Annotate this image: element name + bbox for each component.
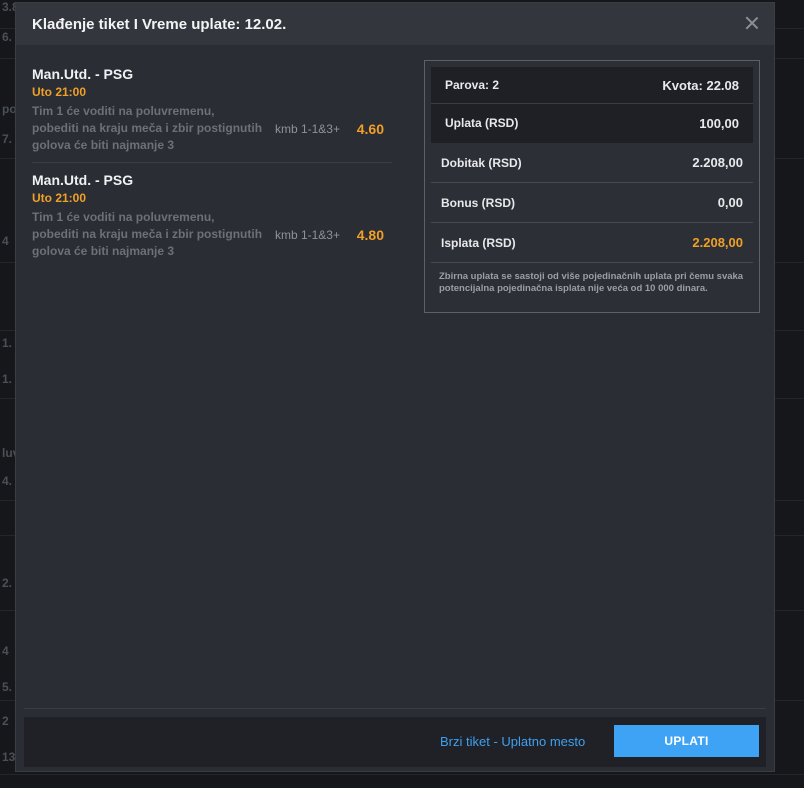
bonus-value: 0,00 <box>717 195 743 210</box>
bg-fragment: 6. <box>2 30 13 44</box>
bet-list: Man.Utd. - PSG Uto 21:00 Tim 1 će voditi… <box>32 65 392 268</box>
bet-odd: 4.60 <box>356 120 384 137</box>
summary-header: Parova: 2 Kvota: 22.08 Uplata (RSD) 100,… <box>431 67 753 143</box>
win-label: Dobitak (RSD) <box>441 155 522 170</box>
footer-divider <box>24 708 766 709</box>
summary-bonus-row: Bonus (RSD) 0,00 <box>431 183 753 223</box>
stake-value: 100,00 <box>699 115 739 131</box>
summary-stake-row: Uplata (RSD) 100,00 <box>431 104 753 142</box>
bet-time: Uto 21:00 <box>32 85 87 99</box>
bet-item: Man.Utd. - PSG Uto 21:00 Tim 1 će voditi… <box>32 162 392 268</box>
bg-fragment: 4 <box>2 234 9 248</box>
bet-match: Man.Utd. - PSG <box>32 66 134 82</box>
summary-win-row: Dobitak (RSD) 2.208,00 <box>431 143 753 183</box>
summary-pairs-row: Parova: 2 Kvota: 22.08 <box>431 67 753 104</box>
bg-fragment: 4 <box>2 644 9 658</box>
payout-value: 2.208,00 <box>692 235 743 250</box>
bg-fragment: 7. <box>2 132 13 146</box>
summary-payout-row: Isplata (RSD) 2.208,00 <box>431 223 753 263</box>
bg-fragment: 2. <box>2 576 13 590</box>
bet-item: Man.Utd. - PSG Uto 21:00 Tim 1 će voditi… <box>32 65 392 162</box>
bg-fragment: 1. <box>2 372 13 386</box>
bet-match: Man.Utd. - PSG <box>32 172 134 188</box>
bg-fragment: 4. <box>2 474 13 488</box>
bg-fragment: 5. <box>2 680 13 694</box>
bet-details: Tim 1 će voditi na poluvremenu, pobediti… <box>32 103 392 154</box>
pay-button[interactable]: UPLATI <box>614 725 759 757</box>
modal-footer: Brzi tiket - Uplatno mesto UPLATI <box>24 717 766 767</box>
bet-time: Uto 21:00 <box>32 191 87 205</box>
total-odds: Kvota: 22.08 <box>662 77 739 93</box>
ticket-modal: Klađenje tiket I Vreme uplate: 12.02. Ma… <box>15 2 775 772</box>
bg-fragment: 2 <box>2 714 9 728</box>
bet-description: Tim 1 će voditi na poluvremenu, pobediti… <box>32 104 263 152</box>
ticket-summary: Parova: 2 Kvota: 22.08 Uplata (RSD) 100,… <box>424 60 760 313</box>
summary-note: Zbirna uplata se sastoji od više pojedin… <box>439 271 744 294</box>
modal-header: Klađenje tiket I Vreme uplate: 12.02. <box>16 3 774 45</box>
bg-fragment: 1. <box>2 336 13 350</box>
payout-label: Isplata (RSD) <box>441 235 516 250</box>
bet-description: Tim 1 će voditi na poluvremenu, pobediti… <box>32 210 263 258</box>
bg-fragment: 13 <box>2 750 16 764</box>
stake-label: Uplata (RSD) <box>445 116 519 130</box>
bet-code: kmb 1-1&3+ <box>274 227 340 242</box>
bonus-label: Bonus (RSD) <box>441 195 515 210</box>
bg-divider <box>0 774 804 775</box>
quick-ticket-link[interactable]: Brzi tiket - Uplatno mesto <box>440 734 585 749</box>
close-icon[interactable] <box>744 15 760 31</box>
bet-odd: 4.80 <box>356 226 384 243</box>
bet-code: kmb 1-1&3+ <box>274 121 340 136</box>
modal-title: Klađenje tiket I Vreme uplate: 12.02. <box>32 15 287 33</box>
pairs-count: Parova: 2 <box>445 78 500 92</box>
bet-details: Tim 1 će voditi na poluvremenu, pobediti… <box>32 209 392 260</box>
win-value: 2.208,00 <box>692 155 743 170</box>
